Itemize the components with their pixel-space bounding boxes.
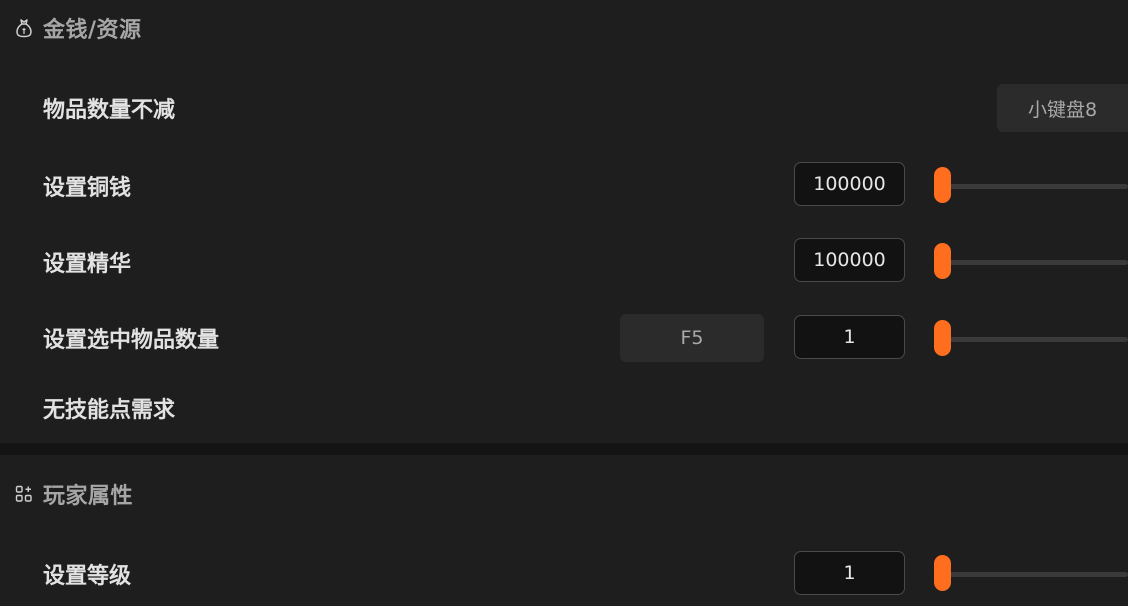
money-resources-section: 金钱/资源 物品数量不减 小键盘8 设置铜钱 设置精华 [0, 0, 1128, 443]
slider-track[interactable] [942, 337, 1128, 342]
row-set-copper: 设置铜钱 [0, 162, 1128, 210]
row-label: 物品数量不减 [43, 98, 176, 123]
selected-item-qty-input[interactable] [794, 315, 905, 359]
slider-thumb[interactable] [934, 243, 951, 279]
row-item-qty-no-decrease[interactable]: 物品数量不减 小键盘8 [0, 84, 1128, 132]
row-label: 设置等级 [43, 564, 132, 589]
row-label: 设置铜钱 [43, 176, 132, 201]
money-bag-icon [14, 18, 34, 38]
section-divider [0, 443, 1128, 455]
level-value-input[interactable] [794, 551, 905, 595]
slider-thumb[interactable] [934, 555, 951, 591]
trainer-panel: 金钱/资源 物品数量不减 小键盘8 设置铜钱 设置精华 [0, 0, 1128, 606]
slider-thumb[interactable] [934, 167, 951, 203]
slider-track[interactable] [942, 184, 1128, 189]
copper-slider[interactable] [934, 166, 1128, 206]
row-set-level: 设置等级 [0, 550, 1128, 598]
row-set-selected-item-qty: 设置选中物品数量 F5 [0, 314, 1128, 362]
slider-track[interactable] [942, 260, 1128, 265]
essence-slider[interactable] [934, 242, 1128, 282]
section-title: 玩家属性 [43, 484, 134, 509]
row-label: 设置精华 [43, 252, 132, 277]
hotkey-button[interactable]: 小键盘8 [997, 84, 1128, 132]
attributes-grid-icon [14, 484, 34, 504]
row-label: 无技能点需求 [43, 398, 176, 423]
slider-track[interactable] [942, 572, 1128, 577]
section-title: 金钱/资源 [43, 18, 142, 43]
row-set-essence: 设置精华 [0, 238, 1128, 286]
copper-value-input[interactable] [794, 162, 905, 206]
row-no-skill-point-req[interactable]: 无技能点需求 [0, 384, 1128, 432]
player-attributes-section: 玩家属性 设置等级 [0, 455, 1128, 606]
level-slider[interactable] [934, 554, 1128, 594]
selected-item-qty-slider[interactable] [934, 319, 1128, 359]
player-section-header: 玩家属性 [14, 479, 133, 509]
row-label: 设置选中物品数量 [43, 328, 220, 353]
hotkey-button[interactable]: F5 [620, 314, 764, 362]
money-section-header: 金钱/资源 [14, 13, 142, 43]
slider-thumb[interactable] [934, 320, 951, 356]
essence-value-input[interactable] [794, 238, 905, 282]
